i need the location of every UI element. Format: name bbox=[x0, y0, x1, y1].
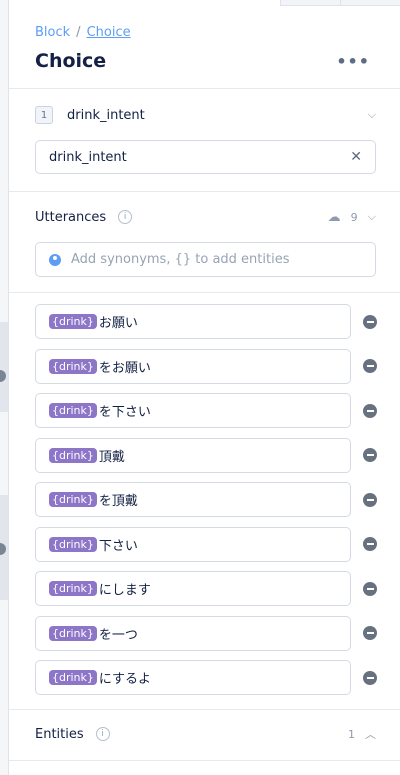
entity-tag[interactable]: {drink} bbox=[49, 626, 97, 641]
divider bbox=[9, 88, 400, 89]
remove-utterance-button[interactable] bbox=[363, 359, 377, 373]
utterances-label: Utterances bbox=[35, 209, 107, 225]
page-title: Choice bbox=[35, 50, 107, 72]
info-icon[interactable]: i bbox=[118, 210, 133, 224]
utterance-input[interactable] bbox=[71, 252, 362, 267]
entities-label: Entities bbox=[35, 726, 84, 742]
top-edge-segment bbox=[280, 0, 340, 6]
entities-header[interactable]: Entities i 1 ︿ bbox=[35, 724, 376, 744]
entity-tag[interactable]: {drink} bbox=[49, 492, 97, 507]
utterance-item[interactable]: {drink} を頂戴 bbox=[35, 482, 351, 517]
entity-tag[interactable]: {drink} bbox=[49, 403, 97, 418]
breadcrumb-separator: / bbox=[76, 25, 81, 40]
editor-panel: Block / Choice Choice ••• 1 drink_intent ⌵… bbox=[8, 0, 400, 775]
background-strip-block bbox=[0, 322, 8, 412]
intent-name-field[interactable]: drink_intent ✕ bbox=[35, 140, 376, 174]
remove-utterance-button[interactable] bbox=[363, 448, 377, 462]
entities-count: 1 bbox=[348, 727, 355, 741]
upload-cloud-icon[interactable]: ☁ bbox=[328, 210, 341, 225]
remove-utterance-button[interactable] bbox=[363, 537, 377, 551]
divider bbox=[9, 191, 400, 192]
breadcrumb: Block / Choice bbox=[35, 25, 131, 40]
breadcrumb-parent-link[interactable]: Block bbox=[35, 25, 70, 40]
remove-utterance-button[interactable] bbox=[363, 582, 377, 596]
remove-utterance-button[interactable] bbox=[363, 404, 377, 418]
utterance-item[interactable]: {drink} をお願い bbox=[35, 349, 351, 384]
remove-utterance-button[interactable] bbox=[363, 493, 377, 507]
utterance-text: にします bbox=[98, 583, 151, 598]
utterance-text: お願い bbox=[98, 316, 138, 331]
utterance-item[interactable]: {drink} を下さい bbox=[35, 393, 351, 428]
divider bbox=[9, 760, 400, 761]
utterance-item[interactable]: {drink} 頂戴 bbox=[35, 438, 351, 473]
entity-tag[interactable]: {drink} bbox=[49, 537, 97, 552]
intent-number-badge: 1 bbox=[35, 106, 53, 124]
utterance-text: を頂戴 bbox=[98, 494, 138, 509]
utterance-text: をお願い bbox=[98, 361, 151, 376]
close-icon[interactable]: ✕ bbox=[350, 149, 362, 165]
utterance-text: 下さい bbox=[98, 539, 138, 554]
utterances-header: Utterances i ☁ 9 ⌵ bbox=[35, 207, 376, 227]
utterance-text: にするよ bbox=[98, 672, 152, 687]
divider bbox=[9, 709, 400, 710]
remove-utterance-button[interactable] bbox=[363, 671, 377, 685]
remove-utterance-button[interactable] bbox=[363, 315, 377, 329]
entity-tag[interactable]: {drink} bbox=[49, 314, 97, 329]
utterance-item[interactable]: {drink} にします bbox=[35, 571, 351, 606]
remove-utterance-button[interactable] bbox=[363, 626, 377, 640]
utterance-item[interactable]: {drink} お願い bbox=[35, 304, 351, 339]
intent-header[interactable]: 1 drink_intent ⌵ bbox=[35, 104, 376, 126]
utterance-text: 頂戴 bbox=[98, 450, 125, 465]
intent-name-value[interactable]: drink_intent bbox=[49, 150, 350, 165]
breadcrumb-current-link[interactable]: Choice bbox=[87, 25, 131, 40]
chevron-up-icon[interactable]: ︿ bbox=[365, 726, 376, 742]
intent-name: drink_intent bbox=[67, 107, 145, 123]
utterance-item[interactable]: {drink} にするよ bbox=[35, 660, 351, 695]
more-options-icon[interactable]: ••• bbox=[336, 52, 370, 71]
entity-tag[interactable]: {drink} bbox=[49, 448, 97, 463]
utterance-item[interactable]: {drink} を一つ bbox=[35, 616, 351, 651]
entity-tag[interactable]: {drink} bbox=[49, 359, 97, 374]
utterance-item[interactable]: {drink} 下さい bbox=[35, 527, 351, 562]
entity-tag[interactable]: {drink} bbox=[49, 670, 97, 685]
utterances-count: 9 bbox=[350, 210, 358, 224]
utterance-text: を下さい bbox=[98, 405, 151, 420]
top-edge bbox=[280, 0, 400, 6]
user-icon bbox=[49, 253, 61, 266]
utterance-input-box[interactable] bbox=[35, 242, 376, 277]
top-edge-segment bbox=[340, 0, 400, 6]
utterance-text: を一つ bbox=[98, 628, 138, 643]
chevron-down-icon[interactable]: ⌵ bbox=[368, 108, 376, 122]
divider bbox=[9, 292, 400, 293]
entity-tag[interactable]: {drink} bbox=[49, 581, 97, 596]
chevron-down-icon[interactable]: ⌵ bbox=[368, 210, 376, 224]
info-icon[interactable]: i bbox=[95, 727, 110, 741]
